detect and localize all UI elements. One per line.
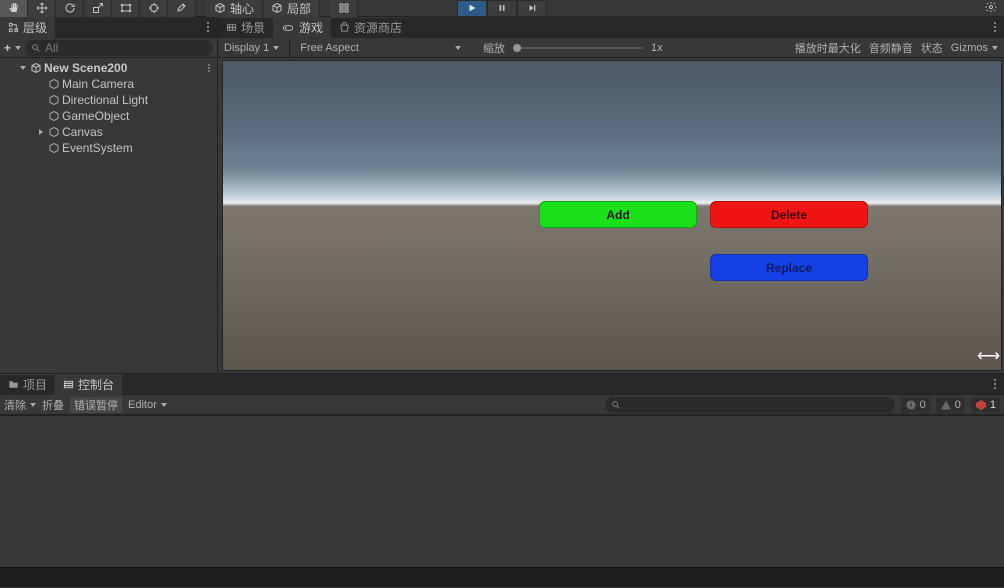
hierarchy-item-gameobject[interactable]: GameObject [0, 108, 217, 124]
pivot-mode-button[interactable]: 轴心 [206, 0, 263, 17]
warn-count[interactable]: 0 [936, 397, 965, 413]
mute-audio[interactable]: 音频静音 [869, 40, 913, 56]
svg-text:i: i [910, 402, 912, 409]
space-label: 局部 [287, 0, 311, 17]
console-search[interactable] [605, 397, 895, 413]
hierarchy-search-placeholder: All [45, 41, 58, 55]
hierarchy-panel: 层级 + All New Scene200 Main Camera [0, 17, 218, 373]
hierarchy-toolbar: + All [0, 38, 217, 58]
hierarchy-item-label: Canvas [62, 125, 103, 139]
tab-project-label: 项目 [23, 376, 47, 393]
error-pause-button[interactable]: 错误暂停 [70, 397, 122, 413]
tab-scene[interactable]: 场景 [218, 17, 273, 38]
info-count[interactable]: i 0 [901, 397, 930, 413]
console-toolbar: 清除 折叠 错误暂停 Editor i 0 0 1 [0, 395, 1004, 415]
editor-dropdown[interactable]: Editor [128, 399, 167, 411]
aspect-dropdown[interactable]: Free Aspect [300, 42, 359, 54]
hierarchy-title: 层级 [23, 19, 47, 36]
rect-tool[interactable] [112, 0, 140, 17]
tab-scene-label: 场景 [241, 19, 265, 36]
game-button-replace[interactable]: Replace [710, 254, 868, 281]
scale-label: 缩放 [483, 40, 505, 56]
stats-toggle[interactable]: 状态 [921, 40, 943, 56]
hierarchy-context-menu[interactable] [203, 18, 213, 36]
resize-handle-icon[interactable]: ⟷ [977, 346, 1000, 366]
status-bar [0, 567, 1004, 587]
game-viewport[interactable]: Add Delete Replace [222, 60, 1002, 371]
custom-tool[interactable] [168, 0, 196, 17]
step-button[interactable] [517, 0, 547, 17]
tab-asset-store[interactable]: 资源商店 [331, 17, 410, 38]
hierarchy-item-canvas[interactable]: Canvas [0, 124, 217, 140]
hierarchy-scene-row[interactable]: New Scene200 [0, 60, 217, 76]
snap-tool[interactable] [330, 0, 358, 17]
pivot-label: 轴心 [230, 0, 254, 17]
hierarchy-item-main-camera[interactable]: Main Camera [0, 76, 217, 92]
scale-tool[interactable] [84, 0, 112, 17]
hierarchy-item-label: Directional Light [62, 93, 148, 107]
hierarchy-item-label: GameObject [62, 109, 129, 123]
game-panel: 场景 游戏 资源商店 Display 1 Free Aspect 缩放 1x 播… [218, 17, 1004, 373]
tab-game[interactable]: 游戏 [273, 17, 331, 38]
hierarchy-search[interactable]: All [25, 40, 213, 56]
pause-button[interactable] [487, 0, 517, 17]
game-context-menu[interactable] [990, 18, 1000, 36]
main-toolbar: 轴心 局部 [0, 0, 1004, 17]
tab-game-label: 游戏 [299, 19, 323, 36]
scene-name: New Scene200 [44, 61, 127, 75]
hand-tool[interactable] [0, 0, 28, 17]
move-tool[interactable] [28, 0, 56, 17]
hierarchy-item-directional-light[interactable]: Directional Light [0, 92, 217, 108]
console-messages[interactable]: ⟷ [0, 415, 1004, 567]
play-button[interactable] [457, 0, 487, 17]
play-controls [457, 0, 547, 17]
gizmos-dropdown[interactable]: Gizmos [951, 42, 998, 54]
game-button-delete[interactable]: Delete [710, 201, 868, 228]
scale-slider[interactable] [513, 47, 643, 49]
tab-asset-store-label: 资源商店 [354, 19, 402, 36]
hierarchy-item-eventsystem[interactable]: EventSystem [0, 140, 217, 156]
game-button-add[interactable]: Add [539, 201, 697, 228]
tab-console-label: 控制台 [78, 376, 114, 393]
maximize-on-play[interactable]: 播放时最大化 [795, 40, 861, 56]
clear-button[interactable]: 清除 [4, 397, 36, 413]
console-panel: 项目 控制台 清除 折叠 错误暂停 Editor i 0 0 1 ⟷ [0, 373, 1004, 587]
transform-tool[interactable] [140, 0, 168, 17]
hierarchy-list: New Scene200 Main Camera Directional Lig… [0, 58, 217, 373]
error-count[interactable]: 1 [971, 397, 1000, 413]
collapse-button[interactable]: 折叠 [42, 397, 64, 413]
tab-hierarchy[interactable]: 层级 [0, 17, 55, 38]
display-dropdown[interactable]: Display 1 [224, 42, 279, 54]
game-toolbar: Display 1 Free Aspect 缩放 1x 播放时最大化 音频静音 … [218, 38, 1004, 58]
space-mode-button[interactable]: 局部 [263, 0, 320, 17]
hierarchy-item-label: Main Camera [62, 77, 134, 91]
hierarchy-item-label: EventSystem [62, 141, 133, 155]
scale-value: 1x [651, 42, 663, 54]
scene-context[interactable] [205, 61, 213, 75]
rotate-tool[interactable] [56, 0, 84, 17]
create-dropdown[interactable]: + [4, 41, 21, 55]
console-context-menu[interactable] [990, 375, 1000, 393]
collab-icon[interactable] [984, 1, 998, 16]
tab-console[interactable]: 控制台 [55, 374, 122, 395]
tab-project[interactable]: 项目 [0, 374, 55, 395]
